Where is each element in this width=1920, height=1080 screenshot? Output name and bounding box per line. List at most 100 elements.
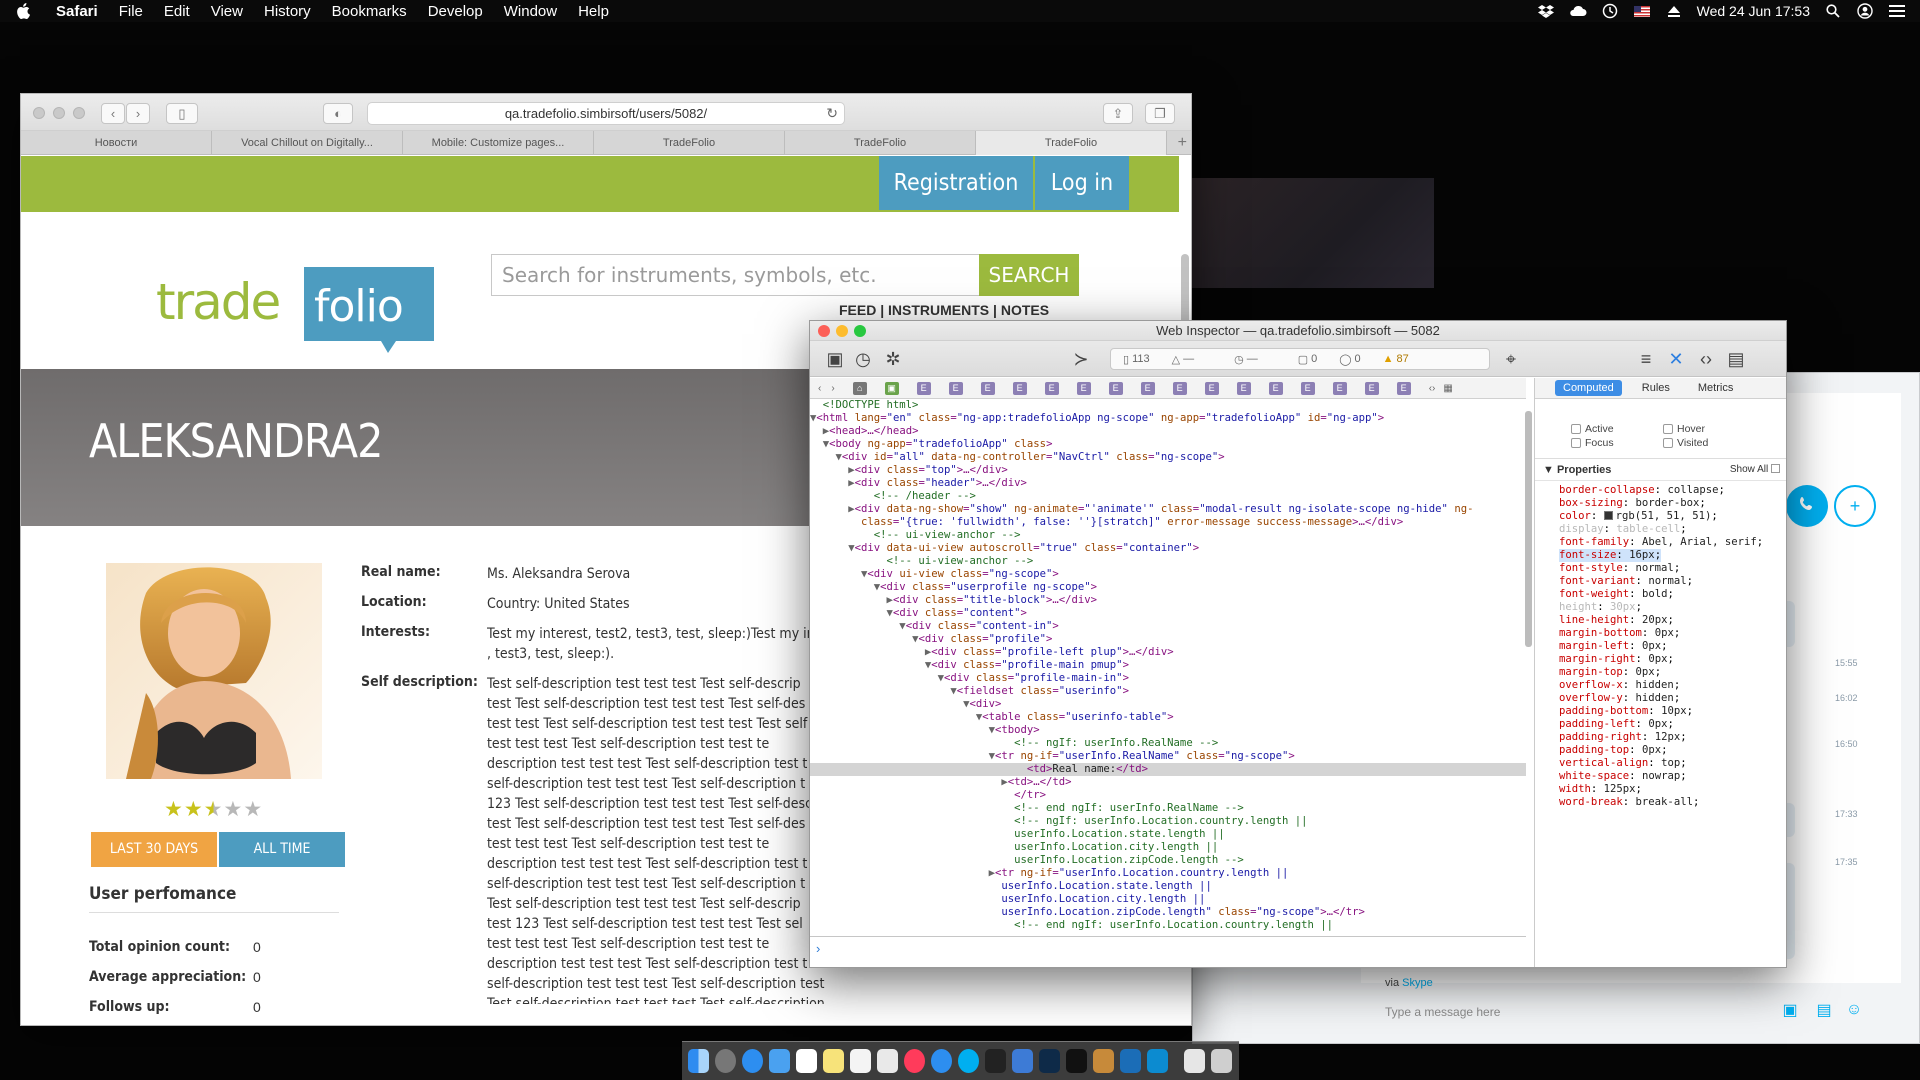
computed-property[interactable]: display: table-cell;: [1559, 523, 1786, 536]
tradefolio-logo[interactable]: trade folio: [156, 263, 446, 368]
computed-property[interactable]: font-size: 16px;: [1559, 549, 1662, 562]
dom-tree[interactable]: <!DOCTYPE html> ▼<html lang="en" class="n…: [810, 399, 1526, 936]
focus-checkbox[interactable]: Focus: [1571, 437, 1614, 449]
finder-icon[interactable]: [688, 1049, 709, 1073]
dom-node[interactable]: userInfo.Location.city.length ||: [810, 841, 1526, 854]
console-prompt[interactable]: ›: [810, 936, 1526, 967]
send-file-icon[interactable]: ▣: [1779, 999, 1801, 1021]
notes-icon[interactable]: [823, 1049, 844, 1073]
dom-node[interactable]: userInfo.Location.state.length ||: [810, 880, 1526, 893]
menu-view[interactable]: View: [211, 3, 243, 20]
breadcrumb-item[interactable]: E: [1236, 381, 1251, 395]
activity-viewer[interactable]: ▯ 113 △ — ◷ — ▢ 0 ◯ 0 ▲ 87: [1110, 348, 1490, 370]
calendar-icon[interactable]: [796, 1049, 817, 1073]
dom-node[interactable]: userInfo.Location.city.length ||: [810, 893, 1526, 906]
dom-node[interactable]: ▼<div class="profile-main pmup">: [810, 659, 1526, 672]
code-icon[interactable]: ‹›: [1429, 383, 1436, 394]
show-all-tabs-button[interactable]: ❐: [1145, 103, 1175, 124]
dom-node[interactable]: ▼<div ui-view class="ng-scope">: [810, 568, 1526, 581]
infinity-app-icon[interactable]: [1120, 1049, 1141, 1073]
dom-node[interactable]: <!-- /header -->: [810, 490, 1526, 503]
breadcrumb-item[interactable]: E: [1140, 381, 1155, 395]
hover-checkbox[interactable]: Hover: [1663, 423, 1705, 435]
chevron-left-icon[interactable]: ‹: [818, 383, 821, 394]
computed-property[interactable]: font-style: normal;: [1559, 562, 1786, 575]
dom-node[interactable]: ▼<div class="content">: [810, 607, 1526, 620]
computed-property[interactable]: white-space: nowrap;: [1559, 770, 1786, 783]
notification-center-icon[interactable]: [1888, 3, 1906, 19]
site-subnav[interactable]: FEED | INSTRUMENTS | NOTES: [839, 302, 1049, 318]
dom-node[interactable]: ▼<body ng-app="tradefolioApp" class>: [810, 438, 1526, 451]
menu-history[interactable]: History: [264, 3, 311, 20]
menu-bookmarks[interactable]: Bookmarks: [332, 3, 407, 20]
computed-property[interactable]: font-weight: bold;: [1559, 588, 1786, 601]
dom-node[interactable]: ▶<div class="top">…</div>: [810, 464, 1526, 477]
chevron-right-icon[interactable]: ›: [831, 383, 834, 394]
dom-node[interactable]: ▼<div>: [810, 698, 1526, 711]
computed-property[interactable]: padding-top: 0px;: [1559, 744, 1786, 757]
breadcrumb-item[interactable]: ▣: [884, 381, 899, 395]
tab-tradefolio-1[interactable]: TradeFolio: [594, 131, 785, 155]
dom-node[interactable]: ▼<html lang="en" class="ng-app:tradefoli…: [810, 412, 1526, 425]
tab-tradefolio-active[interactable]: TradeFolio: [976, 131, 1167, 155]
sidebar-button[interactable]: ▯: [166, 103, 198, 124]
dom-node[interactable]: ▼<fieldset class="userinfo">: [810, 685, 1526, 698]
timeline-icon[interactable]: ◷: [852, 349, 874, 369]
menu-help[interactable]: Help: [578, 3, 609, 20]
send-contact-icon[interactable]: ▤: [1813, 999, 1835, 1021]
tab-metrics[interactable]: Metrics: [1690, 380, 1741, 396]
skype-via-brand[interactable]: Skype: [1402, 977, 1433, 989]
properties-section-header[interactable]: ▼ Properties Show All: [1535, 459, 1786, 481]
breadcrumb-item[interactable]: E: [1044, 381, 1059, 395]
code-icon[interactable]: ‹›: [1695, 349, 1717, 369]
tab-novosti[interactable]: Новости: [21, 131, 212, 155]
menubar-clock[interactable]: Wed 24 Jun 17:53: [1697, 3, 1810, 19]
dom-node[interactable]: <!-- ngIf: userInfo.RealName -->: [810, 737, 1526, 750]
dom-node[interactable]: ▶<div class="title-block">…</div>: [810, 594, 1526, 607]
skype-call-button[interactable]: [1786, 485, 1828, 527]
breadcrumb-item[interactable]: E: [1076, 381, 1091, 395]
breadcrumb-item[interactable]: E: [1396, 381, 1411, 395]
launchpad-icon[interactable]: [715, 1049, 736, 1073]
dom-node[interactable]: ▶<td>…</td>: [810, 776, 1526, 789]
computed-property[interactable]: padding-left: 0px;: [1559, 718, 1786, 731]
mail-icon[interactable]: [769, 1049, 790, 1073]
forward-button[interactable]: ›: [126, 103, 150, 124]
tools-icon[interactable]: ✕: [1665, 349, 1687, 369]
close-button[interactable]: [33, 107, 45, 119]
apple-icon[interactable]: [16, 3, 38, 19]
back-button[interactable]: ‹: [101, 103, 125, 124]
dom-node[interactable]: ▼<div data-ui-view autoscroll="true" cla…: [810, 542, 1526, 555]
dropbox-icon[interactable]: [1537, 3, 1555, 19]
photoshop-icon[interactable]: [1039, 1049, 1060, 1073]
active-checkbox[interactable]: Active: [1571, 423, 1614, 435]
skype-running-icon[interactable]: [1147, 1049, 1168, 1073]
address-bar[interactable]: qa.tradefolio.simbirsoft/users/5082/ ↻: [367, 102, 845, 125]
emoticon-icon[interactable]: ☺: [1843, 999, 1865, 1021]
grid-icon[interactable]: ▦: [1443, 383, 1452, 394]
last-30-days-button[interactable]: LAST 30 DAYS: [91, 832, 217, 867]
resources-icon[interactable]: ▣: [824, 349, 846, 369]
reload-icon[interactable]: ↻: [826, 103, 838, 124]
computed-property[interactable]: font-variant: normal;: [1559, 575, 1786, 588]
share-button[interactable]: ⇪: [1103, 103, 1133, 124]
dom-node[interactable]: <!-- end ngIf: userInfo.RealName -->: [810, 802, 1526, 815]
tab-computed[interactable]: Computed: [1555, 380, 1622, 396]
dom-node[interactable]: ▶<div data-ng-show="show" ng-animate="'a…: [810, 503, 1526, 516]
dom-node[interactable]: ▼<div class="userprofile ng-scope">: [810, 581, 1526, 594]
dom-node[interactable]: ▼<table class="userinfo-table">: [810, 711, 1526, 724]
computed-property[interactable]: box-sizing: border-box;: [1559, 497, 1786, 510]
dom-node[interactable]: ▼<div id="all" data-ng-controller="NavCt…: [810, 451, 1526, 464]
breadcrumb-item[interactable]: E: [1268, 381, 1283, 395]
tab-rules[interactable]: Rules: [1634, 380, 1678, 396]
computed-property[interactable]: font-family: Abel, Arial, serif;: [1559, 536, 1786, 549]
menu-app-name[interactable]: Safari: [56, 3, 98, 20]
dom-node[interactable]: ▶<tr ng-if="userInfo.Location.country.le…: [810, 867, 1526, 880]
registration-button[interactable]: Registration: [879, 156, 1033, 210]
dom-node[interactable]: <!-- ui-view-anchor -->: [810, 555, 1526, 568]
storage-icon[interactable]: ≡: [1635, 349, 1657, 369]
reminders-icon[interactable]: [850, 1049, 871, 1073]
computed-property[interactable]: line-height: 20px;: [1559, 614, 1786, 627]
zoom-button[interactable]: [854, 325, 866, 337]
computed-property[interactable]: padding-right: 12px;: [1559, 731, 1786, 744]
